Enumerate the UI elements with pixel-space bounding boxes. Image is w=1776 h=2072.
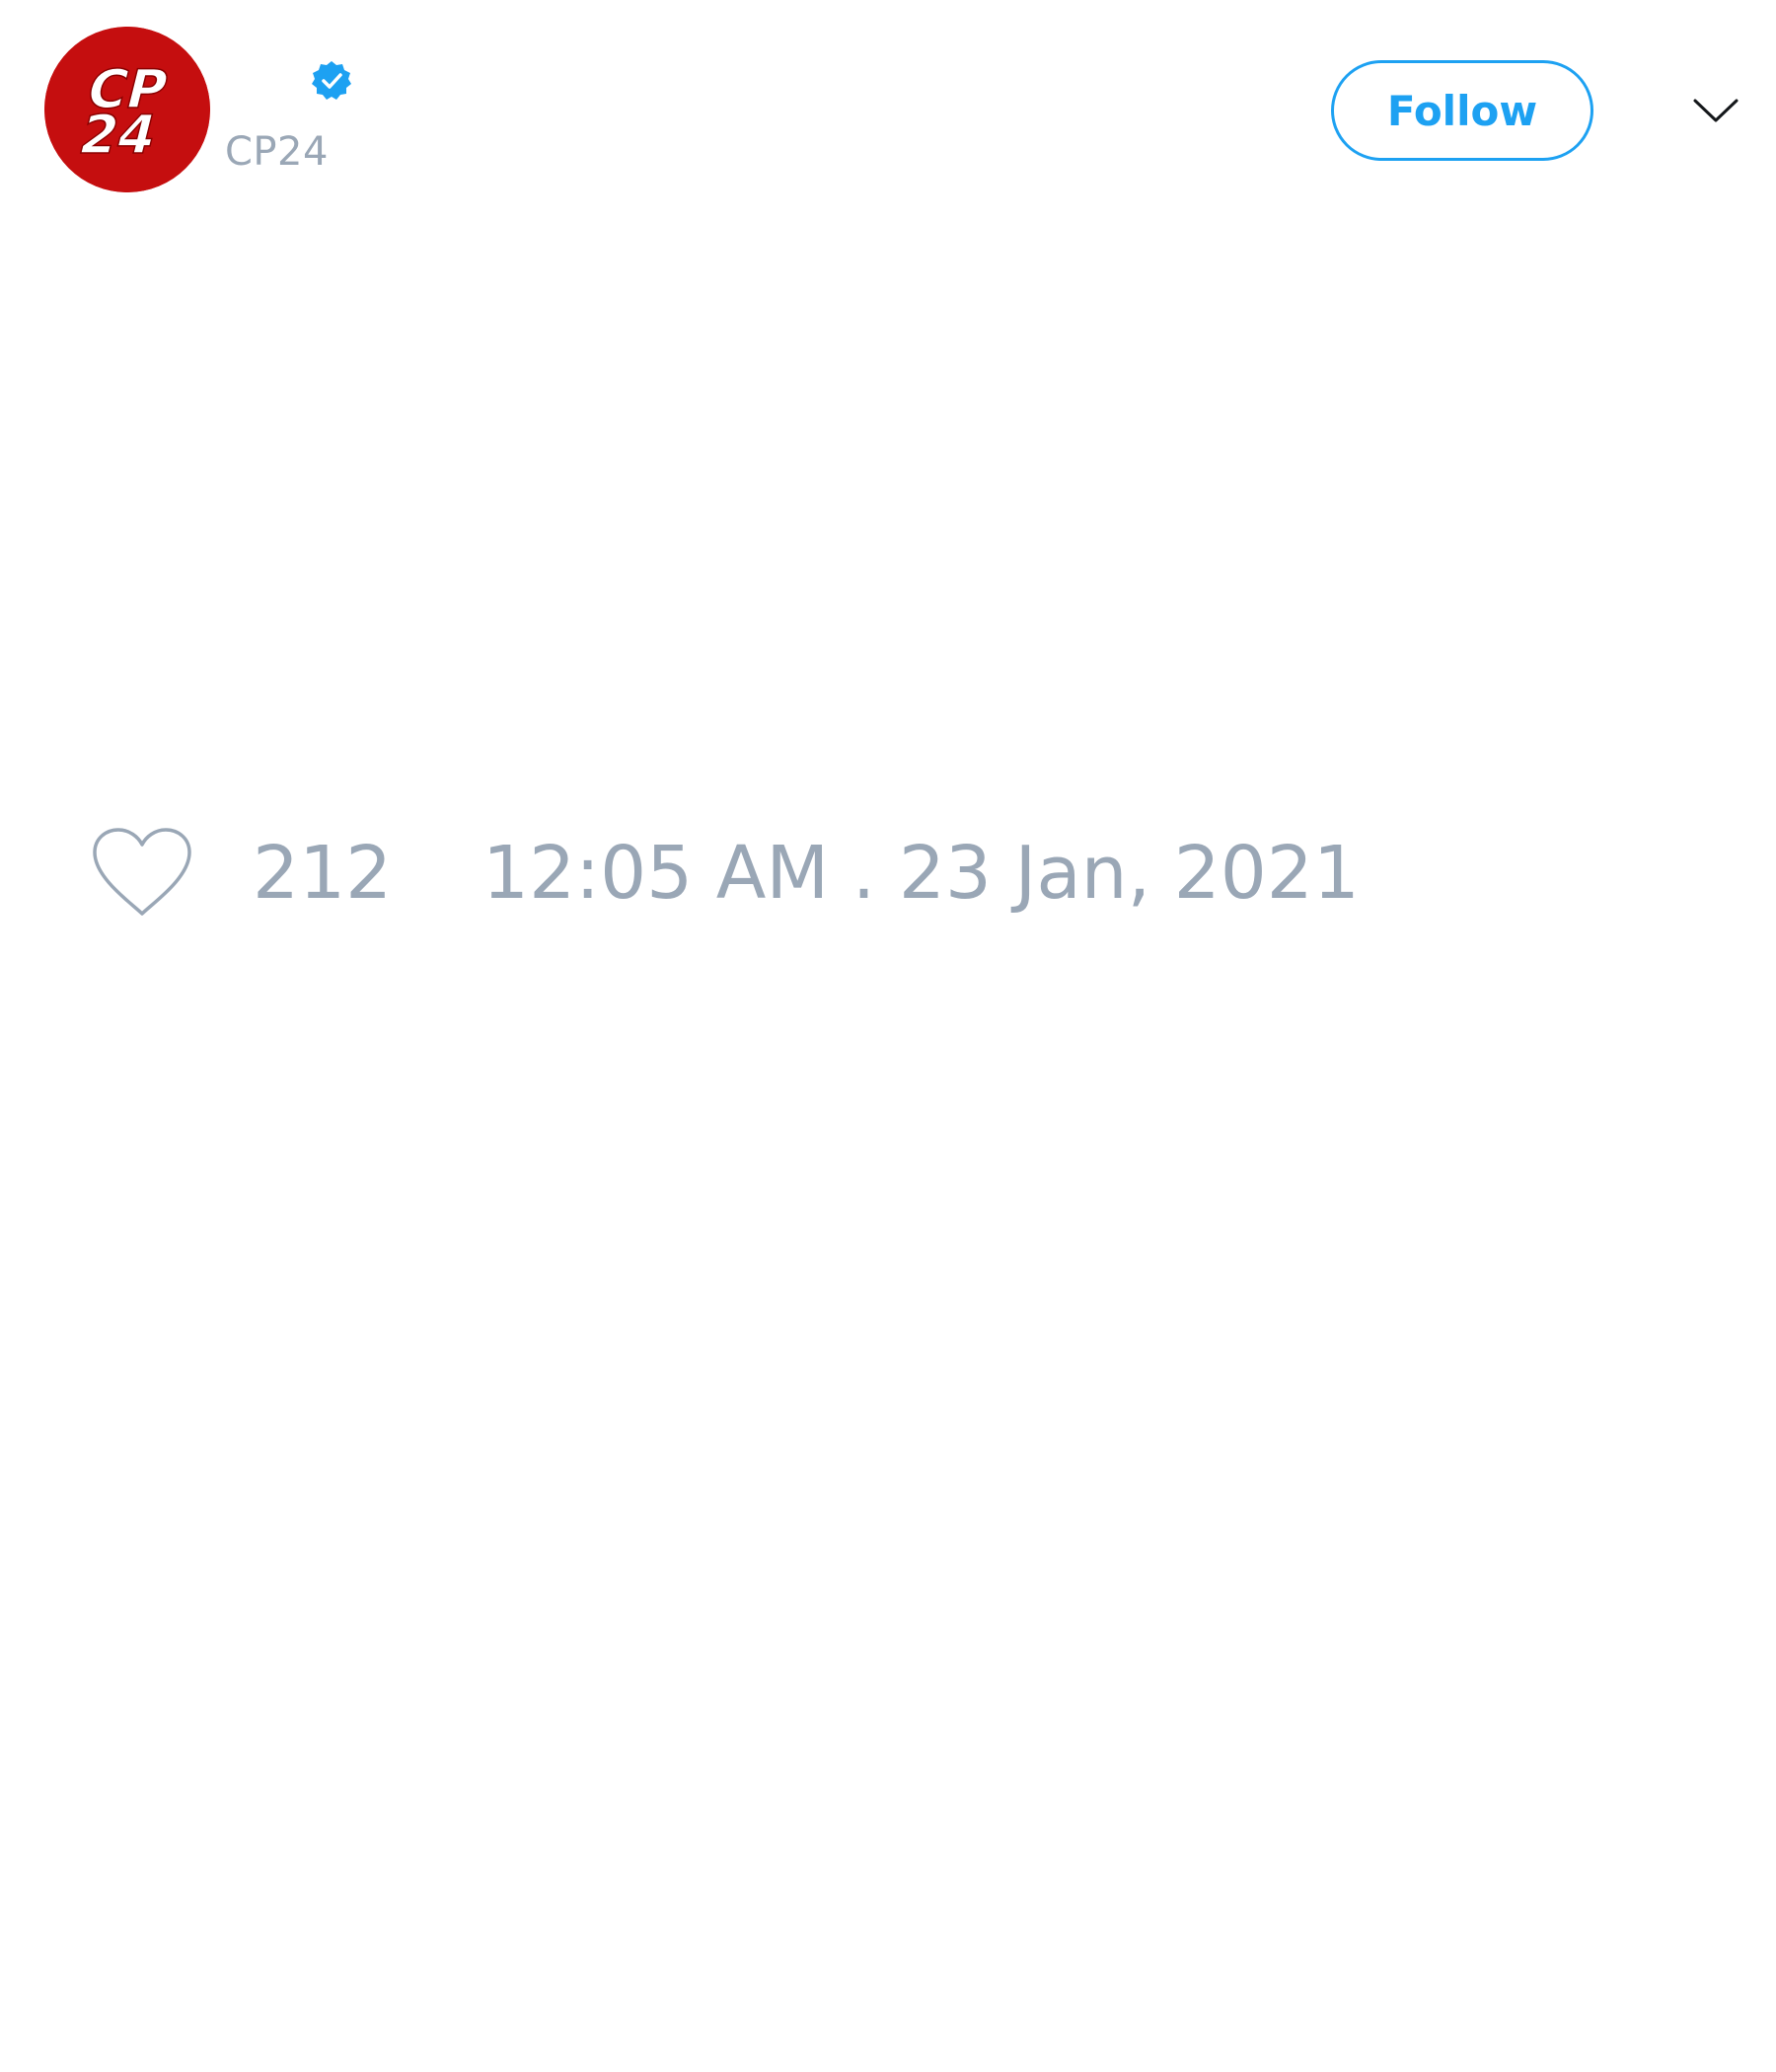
cp24-logo: CP 24 [44,27,210,192]
follow-button[interactable]: Follow [1331,60,1593,161]
chevron-down-icon[interactable] [1691,91,1740,130]
verified-badge-icon [310,59,353,103]
tweet-footer: 212 12:05 AM . 23 Jan, 2021 [89,821,1667,920]
tweet-timestamp[interactable]: 12:05 AM . 23 Jan, 2021 [482,831,1360,916]
tweet-card: CP 24 CP24 Follow 212 12:05 AM . 23 Jan,… [0,0,1776,2072]
account-handle[interactable]: CP24 [225,128,329,176]
svg-text:24: 24 [73,104,163,166]
heart-icon[interactable] [89,825,195,920]
like-count[interactable]: 212 [253,831,392,916]
avatar[interactable]: CP 24 [44,27,210,192]
